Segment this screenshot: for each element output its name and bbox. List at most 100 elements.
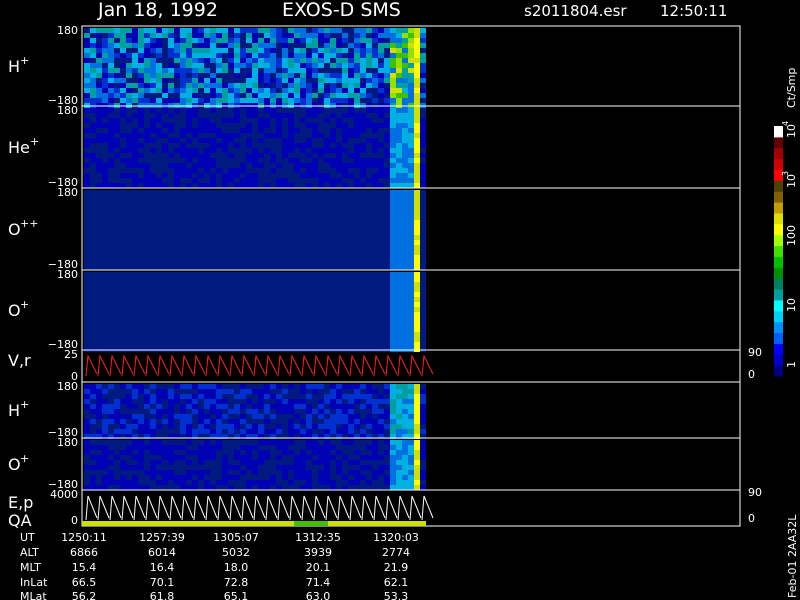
heatmap-cell — [366, 384, 372, 389]
heatmap-cell — [150, 113, 156, 118]
heatmap-cell — [282, 485, 288, 490]
heatmap-cell — [306, 78, 312, 83]
heatmap-cell — [264, 123, 270, 128]
heatmap-cell — [312, 240, 318, 245]
heatmap-cell — [186, 113, 192, 118]
heatmap-cell — [90, 138, 96, 143]
heatmap-cell — [258, 260, 264, 265]
heatmap-cell — [198, 322, 204, 327]
heatmap-cell — [288, 230, 294, 235]
heatmap-cell — [252, 312, 258, 317]
heatmap-cell — [360, 78, 366, 83]
heatmap-cell — [144, 307, 150, 312]
heatmap-cell — [252, 255, 258, 260]
heatmap-cell — [102, 143, 108, 148]
heatmap-cell — [186, 260, 192, 265]
heatmap-cell — [396, 230, 402, 235]
heatmap-cell — [228, 272, 234, 277]
heatmap-cell — [210, 58, 216, 63]
heatmap-cell — [360, 143, 366, 148]
heatmap-cell — [402, 292, 408, 297]
heatmap-cell — [180, 317, 186, 322]
heatmap-cell — [126, 272, 132, 277]
heatmap-cell — [114, 118, 120, 123]
heatmap-cell — [294, 63, 300, 68]
heatmap-cell — [114, 28, 120, 33]
heatmap-cell — [294, 220, 300, 225]
heatmap-cell — [216, 440, 222, 445]
heatmap-cell — [414, 195, 420, 200]
heatmap-cell — [300, 190, 306, 195]
heatmap-cell — [282, 183, 288, 188]
heatmap-cell — [174, 63, 180, 68]
heatmap-cell — [402, 389, 408, 394]
heatmap-cell — [216, 297, 222, 302]
heatmap-cell — [168, 302, 174, 307]
heatmap-cell — [330, 419, 336, 424]
heatmap-cell — [300, 282, 306, 287]
colorbar-swatch — [774, 267, 783, 279]
heatmap-cell — [180, 183, 186, 188]
heatmap-cell — [282, 225, 288, 230]
heatmap-cell — [96, 113, 102, 118]
heatmap-cell — [90, 123, 96, 128]
heatmap-cell — [258, 153, 264, 158]
heatmap-cell — [174, 404, 180, 409]
heatmap-cell — [138, 58, 144, 63]
heatmap-cell — [168, 113, 174, 118]
heatmap-cell — [252, 287, 258, 292]
heatmap-cell — [258, 460, 264, 465]
heatmap-cell — [294, 230, 300, 235]
heatmap-cell — [288, 445, 294, 450]
heatmap-cell — [210, 460, 216, 465]
heatmap-cell — [264, 419, 270, 424]
heatmap-cell — [132, 38, 138, 43]
heatmap-cell — [144, 183, 150, 188]
heatmap-cell — [276, 250, 282, 255]
heatmap-cell — [372, 255, 378, 260]
heatmap-cell — [138, 128, 144, 133]
heatmap-cell — [84, 245, 90, 250]
heatmap-cell — [168, 63, 174, 68]
heatmap-cell — [90, 230, 96, 235]
heatmap-cell — [420, 235, 426, 240]
heatmap-cell — [300, 168, 306, 173]
heatmap-cell — [378, 83, 384, 88]
heatmap-cell — [312, 327, 318, 332]
heatmap-cell — [408, 337, 414, 342]
heatmap-cell — [252, 480, 258, 485]
heatmap-cell — [150, 307, 156, 312]
heatmap-cell — [318, 409, 324, 414]
heatmap-cell — [408, 178, 414, 183]
heatmap-cell — [228, 337, 234, 342]
heatmap-cell — [258, 475, 264, 480]
heatmap-cell — [270, 230, 276, 235]
heatmap-cell — [90, 153, 96, 158]
heatmap-cell — [228, 195, 234, 200]
table-cell: 6866 — [70, 546, 98, 559]
heatmap-cell — [414, 200, 420, 205]
colorbar-tick-label: 100 — [785, 225, 798, 246]
heatmap-cell — [318, 394, 324, 399]
heatmap-cell — [138, 455, 144, 460]
heatmap-cell — [168, 255, 174, 260]
heatmap-cell — [144, 173, 150, 178]
heatmap-cell — [294, 38, 300, 43]
heatmap-cell — [168, 287, 174, 292]
heatmap-cell — [102, 163, 108, 168]
heatmap-cell — [120, 43, 126, 48]
heatmap-cell — [180, 148, 186, 153]
heatmap-cell — [288, 168, 294, 173]
heatmap-cell — [240, 43, 246, 48]
heatmap-cell — [108, 230, 114, 235]
heatmap-cell — [414, 277, 420, 282]
heatmap-cell — [204, 108, 210, 113]
heatmap-cell — [96, 133, 102, 138]
table-cell: 53.3 — [384, 590, 409, 600]
heatmap-cell — [342, 178, 348, 183]
heatmap-cell — [294, 195, 300, 200]
heatmap-cell — [144, 148, 150, 153]
heatmap-cell — [258, 38, 264, 43]
heatmap-cell — [126, 205, 132, 210]
heatmap-cell — [132, 123, 138, 128]
